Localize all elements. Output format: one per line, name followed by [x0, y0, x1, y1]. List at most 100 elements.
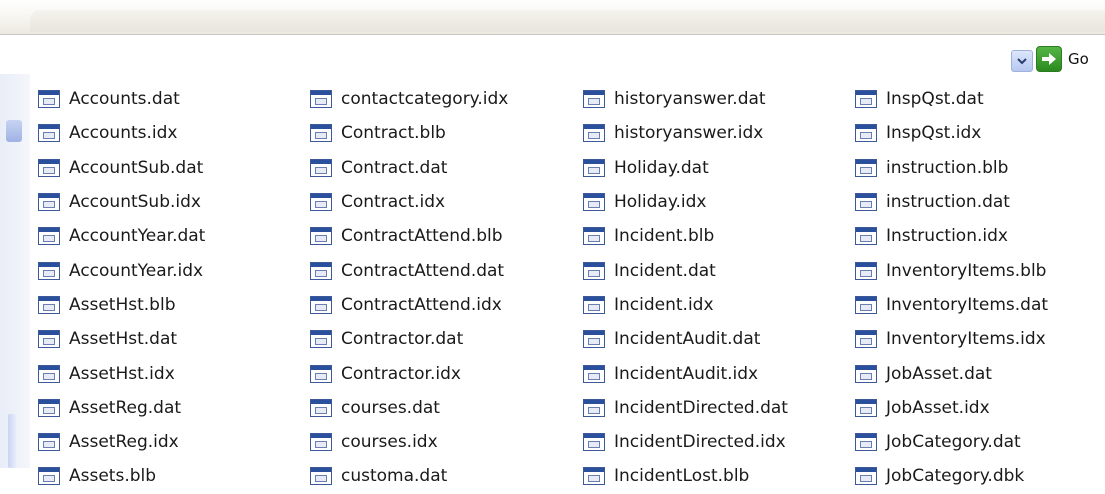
file-item[interactable]: AssetReg.idx — [38, 425, 205, 459]
go-button[interactable]: Go — [1036, 46, 1089, 72]
file-name: AccountSub.idx — [69, 192, 201, 213]
file-list: Accounts.dat Accounts.idx AccountSub.dat Ac… — [30, 74, 1105, 486]
data-file-icon — [38, 330, 60, 349]
file-item[interactable]: ContractAttend.idx — [310, 288, 508, 322]
file-item[interactable]: historyanswer.idx — [583, 116, 788, 150]
left-pane — [0, 74, 30, 468]
file-item[interactable]: JobAsset.idx — [855, 391, 1048, 425]
file-name: instruction.blb — [886, 157, 1009, 178]
data-file-icon — [38, 433, 60, 452]
file-item[interactable]: ContractAttend.dat — [310, 253, 508, 287]
file-name: contactcategory.idx — [341, 89, 509, 110]
file-item[interactable]: AssetHst.dat — [38, 322, 205, 356]
file-item[interactable]: JobAsset.dat — [855, 356, 1048, 390]
data-file-icon — [855, 398, 877, 417]
file-column-4: InspQst.dat InspQst.idx instruction.blb ins… — [855, 82, 1048, 494]
file-item[interactable]: IncidentLost.blb — [583, 459, 788, 493]
file-item[interactable]: courses.idx — [310, 425, 508, 459]
file-item[interactable]: AssetReg.dat — [38, 391, 205, 425]
data-file-icon — [310, 158, 332, 177]
left-pane-handle[interactable] — [6, 120, 22, 142]
file-item[interactable]: Contract.idx — [310, 185, 508, 219]
file-item[interactable]: JobCategory.dbk — [855, 459, 1048, 493]
address-dropdown-button[interactable] — [1011, 50, 1033, 72]
data-file-icon — [38, 193, 60, 212]
file-name: courses.dat — [341, 397, 440, 418]
file-item[interactable]: IncidentDirected.idx — [583, 425, 788, 459]
file-item[interactable]: Contractor.dat — [310, 322, 508, 356]
file-name: customa.dat — [341, 466, 448, 487]
file-item[interactable]: Instruction.idx — [855, 219, 1048, 253]
file-name: ContractAttend.idx — [341, 294, 502, 315]
address-input[interactable] — [0, 35, 1016, 73]
data-file-icon — [583, 364, 605, 383]
file-item[interactable]: ContractAttend.blb — [310, 219, 508, 253]
data-file-icon — [583, 227, 605, 246]
file-item[interactable]: instruction.blb — [855, 151, 1048, 185]
data-file-icon — [855, 433, 877, 452]
file-item[interactable]: JobCategory.dat — [855, 425, 1048, 459]
data-file-icon — [855, 193, 877, 212]
file-item[interactable]: historyanswer.dat — [583, 82, 788, 116]
file-item[interactable]: InventoryItems.blb — [855, 253, 1048, 287]
file-name: Incident.dat — [614, 260, 716, 281]
data-file-icon — [38, 90, 60, 109]
file-item[interactable]: AssetHst.blb — [38, 288, 205, 322]
file-item[interactable]: Incident.blb — [583, 219, 788, 253]
file-name: Holiday.dat — [614, 157, 709, 178]
file-item[interactable]: Contractor.idx — [310, 356, 508, 390]
data-file-icon — [855, 467, 877, 486]
file-item[interactable]: InventoryItems.idx — [855, 322, 1048, 356]
file-name: InspQst.idx — [886, 123, 982, 144]
file-name: AssetHst.dat — [69, 329, 178, 350]
file-item[interactable]: Accounts.idx — [38, 116, 205, 150]
file-item[interactable]: AccountSub.dat — [38, 151, 205, 185]
data-file-icon — [583, 261, 605, 280]
data-file-icon — [310, 433, 332, 452]
file-item[interactable]: Accounts.dat — [38, 82, 205, 116]
data-file-icon — [583, 295, 605, 314]
data-file-icon — [38, 364, 60, 383]
data-file-icon — [583, 433, 605, 452]
file-name: Holiday.idx — [614, 192, 707, 213]
file-name: historyanswer.idx — [614, 123, 764, 144]
file-name: Contractor.idx — [341, 363, 461, 384]
file-item[interactable]: AccountSub.idx — [38, 185, 205, 219]
file-item[interactable]: Contract.blb — [310, 116, 508, 150]
file-item[interactable]: Incident.dat — [583, 253, 788, 287]
file-item[interactable]: Incident.idx — [583, 288, 788, 322]
file-item[interactable]: InventoryItems.dat — [855, 288, 1048, 322]
data-file-icon — [38, 158, 60, 177]
data-file-icon — [583, 398, 605, 417]
file-name: Assets.blb — [69, 466, 157, 487]
data-file-icon — [38, 398, 60, 417]
file-item[interactable]: instruction.dat — [855, 185, 1048, 219]
file-item[interactable]: Contract.dat — [310, 151, 508, 185]
file-item[interactable]: courses.dat — [310, 391, 508, 425]
file-item[interactable]: Assets.blb — [38, 459, 205, 493]
file-item[interactable]: AccountYear.dat — [38, 219, 205, 253]
file-item[interactable]: customa.dat — [310, 459, 508, 493]
file-item[interactable]: InspQst.dat — [855, 82, 1048, 116]
file-item[interactable]: IncidentDirected.dat — [583, 391, 788, 425]
file-name: InspQst.dat — [886, 89, 984, 110]
file-item[interactable]: InspQst.idx — [855, 116, 1048, 150]
file-name: Instruction.idx — [886, 226, 1008, 247]
file-item[interactable]: IncidentAudit.dat — [583, 322, 788, 356]
file-item[interactable]: Holiday.dat — [583, 151, 788, 185]
file-item[interactable]: AccountYear.idx — [38, 253, 205, 287]
left-pane-scroll-rail[interactable] — [8, 414, 16, 468]
file-item[interactable]: contactcategory.idx — [310, 82, 508, 116]
file-column-2: contactcategory.idx Contract.blb Contract.… — [310, 82, 508, 494]
data-file-icon — [38, 124, 60, 143]
file-item[interactable]: Holiday.idx — [583, 185, 788, 219]
data-file-icon — [310, 398, 332, 417]
file-name: JobCategory.dat — [886, 432, 1021, 453]
file-item[interactable]: IncidentAudit.idx — [583, 356, 788, 390]
data-file-icon — [310, 295, 332, 314]
data-file-icon — [583, 158, 605, 177]
data-file-icon — [583, 124, 605, 143]
file-item[interactable]: AssetHst.idx — [38, 356, 205, 390]
file-name: AccountSub.dat — [69, 157, 204, 178]
file-name: Accounts.dat — [69, 89, 180, 110]
